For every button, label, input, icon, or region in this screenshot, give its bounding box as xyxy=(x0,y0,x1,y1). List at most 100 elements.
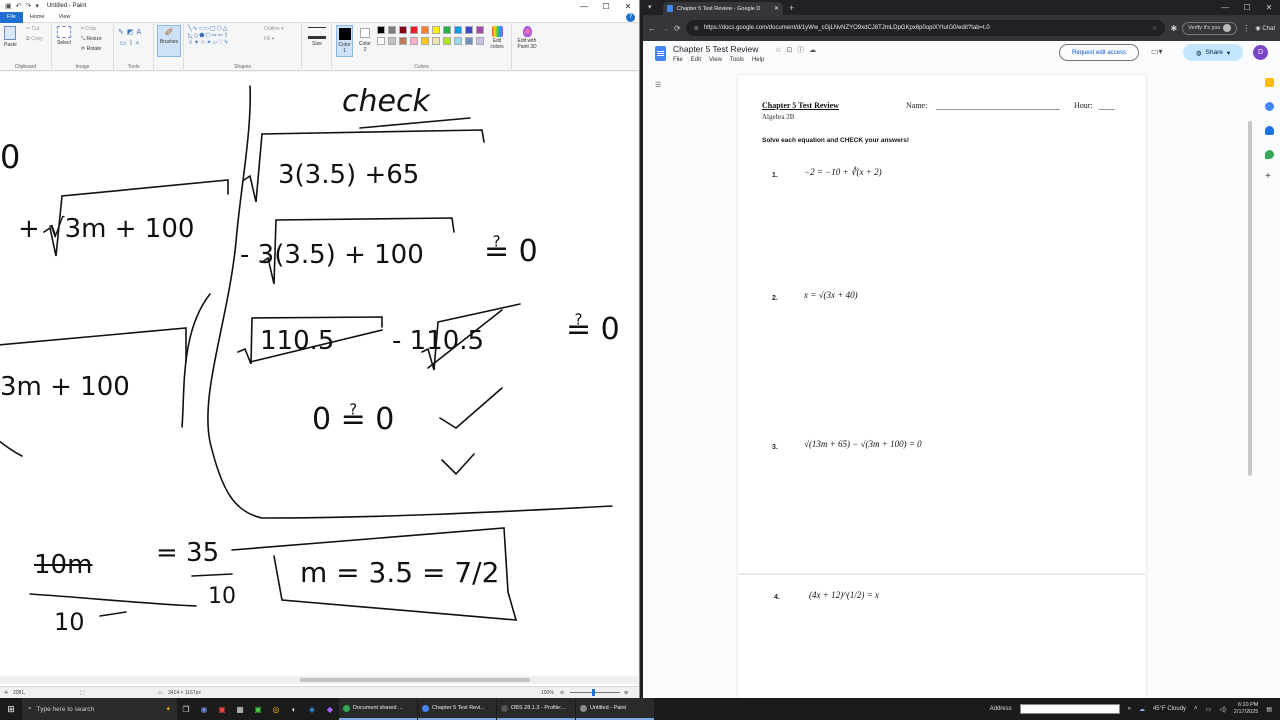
palette-swatch[interactable] xyxy=(377,37,385,45)
site-info-icon[interactable]: ⊜ xyxy=(694,25,699,32)
docs-scrollbar[interactable] xyxy=(1248,121,1252,476)
color1-button[interactable]: Color 1 xyxy=(336,25,353,57)
weather-text[interactable]: 45°F Cloudy xyxy=(1153,706,1186,712)
address-bar[interactable]: ⊜ https://docs.google.com/document/d/1yW… xyxy=(685,20,1166,36)
rotate-button[interactable]: ⟳ Rotate xyxy=(81,46,101,52)
discord-icon[interactable]: ◉ xyxy=(195,698,213,720)
palette-swatch[interactable] xyxy=(476,37,484,45)
task-view-icon[interactable]: ❐ xyxy=(177,698,195,720)
weather-icon[interactable]: ☁ xyxy=(1139,706,1145,713)
palette-swatch[interactable] xyxy=(421,37,429,45)
docs-logo-icon[interactable] xyxy=(655,46,666,61)
palette-swatch[interactable] xyxy=(432,26,440,34)
menu-file[interactable]: File xyxy=(673,57,683,63)
zoom-slider-knob[interactable] xyxy=(592,689,595,696)
reload-icon[interactable]: ⟳ xyxy=(674,24,681,33)
contacts-icon[interactable] xyxy=(1265,126,1274,135)
close-button[interactable]: ✕ xyxy=(617,2,639,11)
taskbar-app-button[interactable]: Untitled - Paint xyxy=(576,698,654,720)
new-tab-button[interactable]: + xyxy=(789,3,794,13)
outline-dropdown[interactable]: Outline ▾ xyxy=(264,26,284,32)
menu-tools[interactable]: Tools xyxy=(730,57,744,63)
cut-button[interactable]: ✂ Cut xyxy=(26,26,39,32)
fill-dropdown[interactable]: Fill ▾ xyxy=(264,36,274,42)
menu-edit[interactable]: Edit xyxy=(691,57,701,63)
cloud-status-icon[interactable]: ☁ xyxy=(809,47,821,54)
undo-icon[interactable]: ↶ xyxy=(16,2,22,10)
fill-bucket-icon[interactable]: ◩ xyxy=(127,29,137,36)
share-dropdown-icon[interactable]: ▾ xyxy=(1227,49,1230,57)
chat-button[interactable]: ◉ Chat xyxy=(1255,25,1275,32)
palette-swatch[interactable] xyxy=(410,37,418,45)
network-icon[interactable]: ▭ xyxy=(1206,706,1212,713)
palette-swatch[interactable] xyxy=(454,26,462,34)
bookmark-star-icon[interactable]: ☆ xyxy=(1152,25,1157,32)
palette-swatch[interactable] xyxy=(454,37,462,45)
app-icon-1[interactable]: ▣ xyxy=(213,698,231,720)
address-toolbar-input[interactable] xyxy=(1019,704,1120,714)
app-icon-2[interactable]: ▦ xyxy=(231,698,249,720)
edit-colors-button[interactable]: Edit colors xyxy=(486,25,508,50)
palette-swatch[interactable] xyxy=(410,26,418,34)
zoom-out-button[interactable]: ⊖ xyxy=(560,690,564,696)
taskbar-search[interactable]: ⌕ Type here to search ✦ xyxy=(22,698,177,720)
select-button[interactable]: Select xyxy=(57,26,71,46)
share-button[interactable]: ◍ Share ▾ xyxy=(1183,44,1243,61)
maps-icon[interactable] xyxy=(1265,150,1274,159)
zoom-in-button[interactable]: ⊕ xyxy=(624,690,628,696)
dropdown-icon[interactable]: ▾ xyxy=(35,2,39,10)
toolbar-chevron-icon[interactable]: » xyxy=(1128,706,1131,712)
copy-button[interactable]: ⧉ Copy xyxy=(26,36,43,42)
maximize-button[interactable]: ☐ xyxy=(595,2,617,11)
volume-icon[interactable]: ◁) xyxy=(1219,706,1226,713)
document-outline-icon[interactable]: ☰ xyxy=(655,81,661,89)
menu-view[interactable]: View xyxy=(709,57,722,63)
pencil-icon[interactable]: ✎ xyxy=(118,29,127,36)
palette-swatch[interactable] xyxy=(377,26,385,34)
horizontal-scrollbar[interactable] xyxy=(0,676,638,684)
palette-swatch[interactable] xyxy=(421,26,429,34)
shapes-gallery[interactable]: ╲∿○▭▢⬠△ ◺◇⬟⬡⇨⇦⇧ ⇩✦☆✶▱♡ϟ xyxy=(188,26,252,47)
paste-button[interactable]: Paste xyxy=(4,26,17,48)
taskbar-app-button[interactable]: Document shared ... xyxy=(339,698,417,720)
tab-search-icon[interactable]: ▾ xyxy=(648,3,652,11)
palette-swatch[interactable] xyxy=(388,37,396,45)
eraser-icon[interactable]: ▭ xyxy=(120,40,130,47)
tab-file[interactable]: File xyxy=(0,11,23,23)
palette-swatch[interactable] xyxy=(388,26,396,34)
redo-icon[interactable]: ↷ xyxy=(26,2,32,10)
edit-paint3d-button[interactable]: Edit with Paint 3D xyxy=(512,25,542,50)
tab-view[interactable]: View xyxy=(52,12,78,23)
add-addon-icon[interactable]: + xyxy=(1265,172,1274,182)
document-page-2[interactable]: 4. (4x + 12)^(1/2) = x xyxy=(738,575,1146,698)
chrome-close-button[interactable]: ✕ xyxy=(1258,0,1280,15)
notifications-icon[interactable]: ▤ xyxy=(1266,706,1272,713)
crop-button[interactable]: ⌗ Crop xyxy=(81,26,96,32)
palette-swatch[interactable] xyxy=(465,37,473,45)
tasks-icon[interactable] xyxy=(1265,102,1274,111)
tray-overflow-icon[interactable]: ˄ xyxy=(1194,706,1198,712)
text-icon[interactable]: A xyxy=(137,29,145,36)
palette-swatch[interactable] xyxy=(443,26,451,34)
help-icon[interactable]: ? xyxy=(626,12,635,22)
palette-swatch[interactable] xyxy=(399,26,407,34)
document-title[interactable]: Chapter 5 Test Review xyxy=(673,44,758,54)
brushes-button[interactable]: ✐ Brushes xyxy=(157,25,181,57)
steam-icon[interactable]: ◐ xyxy=(285,698,303,720)
palette-swatch[interactable] xyxy=(432,37,440,45)
back-icon[interactable]: ← xyxy=(648,24,656,33)
palette-swatch[interactable] xyxy=(476,26,484,34)
info-icon[interactable]: ⓘ xyxy=(797,47,809,54)
extensions-icon[interactable]: ✱ xyxy=(1170,24,1177,33)
app-icon-5[interactable]: ◆ xyxy=(321,698,339,720)
app-icon-4[interactable]: ◈ xyxy=(303,698,321,720)
close-tab-icon[interactable]: ✕ xyxy=(774,5,779,12)
request-edit-access-button[interactable]: Request edit access xyxy=(1059,44,1139,61)
chrome-minimize-button[interactable]: — xyxy=(1214,0,1236,15)
taskbar-app-button[interactable]: OBS 28.1.3 - Profile:... xyxy=(497,698,575,720)
menu-icon[interactable]: ⋮ xyxy=(1242,24,1250,33)
chrome-maximize-button[interactable]: ☐ xyxy=(1236,0,1258,15)
move-folder-icon[interactable]: ⊡ xyxy=(786,47,797,54)
color2-button[interactable]: Color 2 xyxy=(357,25,373,53)
minimize-button[interactable]: — xyxy=(573,2,595,11)
